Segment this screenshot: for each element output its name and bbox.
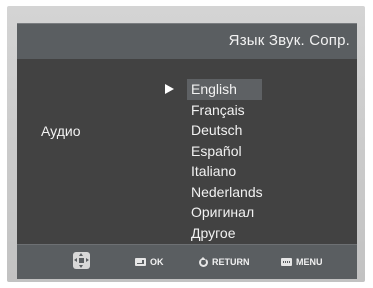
option-original[interactable]: Оригинал [187,202,267,223]
ok-hint: OK [135,256,164,268]
option-espanol[interactable]: Español [187,141,267,162]
menu-key-icon [281,258,292,266]
enter-key-icon [135,258,146,266]
menu-content: Аудио English Français Deutsch Español I… [17,59,357,244]
title-bar: Язык Звук. Сопр. [17,23,357,59]
directional-pad-icon [73,252,90,269]
option-nederlands[interactable]: Nederlands [187,182,267,203]
option-francais[interactable]: Français [187,100,267,121]
option-other[interactable]: Другое [187,223,267,244]
ok-hint-label: OK [150,257,164,267]
page-title: Язык Звук. Сопр. [228,32,350,49]
option-english[interactable]: English [187,79,262,100]
option-italiano[interactable]: Italiano [187,161,267,182]
audio-setting-label: Аудио [41,123,81,139]
language-options-list: English Français Deutsch Español Italian… [187,79,267,243]
selection-arrow-icon [165,84,174,94]
return-arrow-icon [199,256,208,267]
menu-hint: MENU [281,256,323,268]
return-hint-label: RETURN [212,257,250,267]
menu-hint-label: MENU [296,257,323,267]
button-hint-bar: OK RETURN MENU [17,244,357,279]
return-hint: RETURN [199,256,250,268]
osd-screen: Язык Звук. Сопр. Аудио English Français … [17,23,357,279]
option-deutsch[interactable]: Deutsch [187,120,267,141]
